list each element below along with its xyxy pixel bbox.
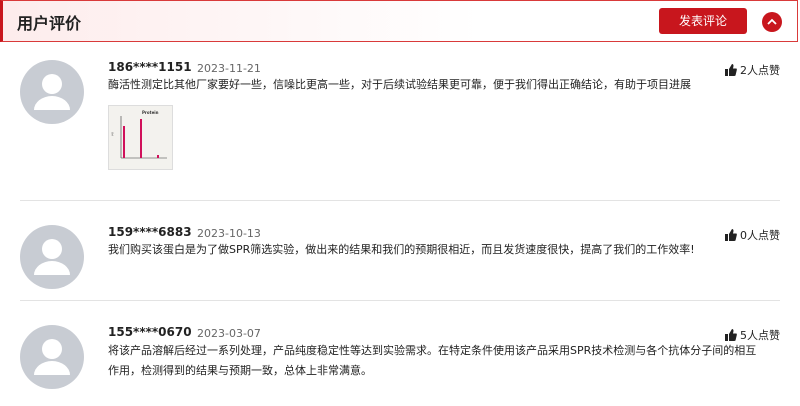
- divider: [20, 200, 780, 201]
- review-date: 2023-03-07: [197, 327, 261, 340]
- avatar: [20, 325, 84, 389]
- svg-text:μg: μg: [110, 132, 114, 136]
- review-content-line: 将该产品溶解后经过一系列处理，产品纯度稳定性等达到实验需求。在特定条件使用该产品…: [108, 344, 757, 357]
- reviewer-name: 186****1151: [108, 60, 192, 74]
- review-content: 酶活性测定比其他厂家要好一些，信噪比更高一些，对于后续试验结果更可靠，便于我们得…: [108, 78, 691, 91]
- review-content: 我们购买该蛋白是为了做SPR筛选实验，做出来的结果和我们的预期很相近，而且发货速…: [108, 243, 695, 256]
- divider: [20, 300, 780, 301]
- avatar: [20, 60, 84, 124]
- chevron-up-icon: [767, 18, 777, 25]
- bar-chart-thumbnail: Protein μg: [110, 110, 167, 159]
- thumbs-up-icon: [725, 329, 737, 341]
- review-date: 2023-10-13: [197, 227, 261, 240]
- reviewer-name: 159****6883: [108, 225, 192, 239]
- collapse-button[interactable]: [762, 12, 782, 32]
- post-review-button[interactable]: 发表评论: [659, 8, 747, 34]
- review-date: 2023-11-21: [197, 62, 261, 75]
- reviewer-name: 155****0670: [108, 325, 192, 339]
- review-image-thumbnail[interactable]: Protein μg: [108, 105, 173, 170]
- avatar: [20, 225, 84, 289]
- thumbnail-title: Protein: [142, 110, 159, 115]
- page-title: 用户评价: [17, 14, 82, 33]
- review-content: 将该产品溶解后经过一系列处理，产品纯度稳定性等达到实验需求。在特定条件使用该产品…: [108, 341, 788, 381]
- review-content-line: 作用，检测得到的结果与预期一致，总体上非常满意。: [108, 364, 372, 377]
